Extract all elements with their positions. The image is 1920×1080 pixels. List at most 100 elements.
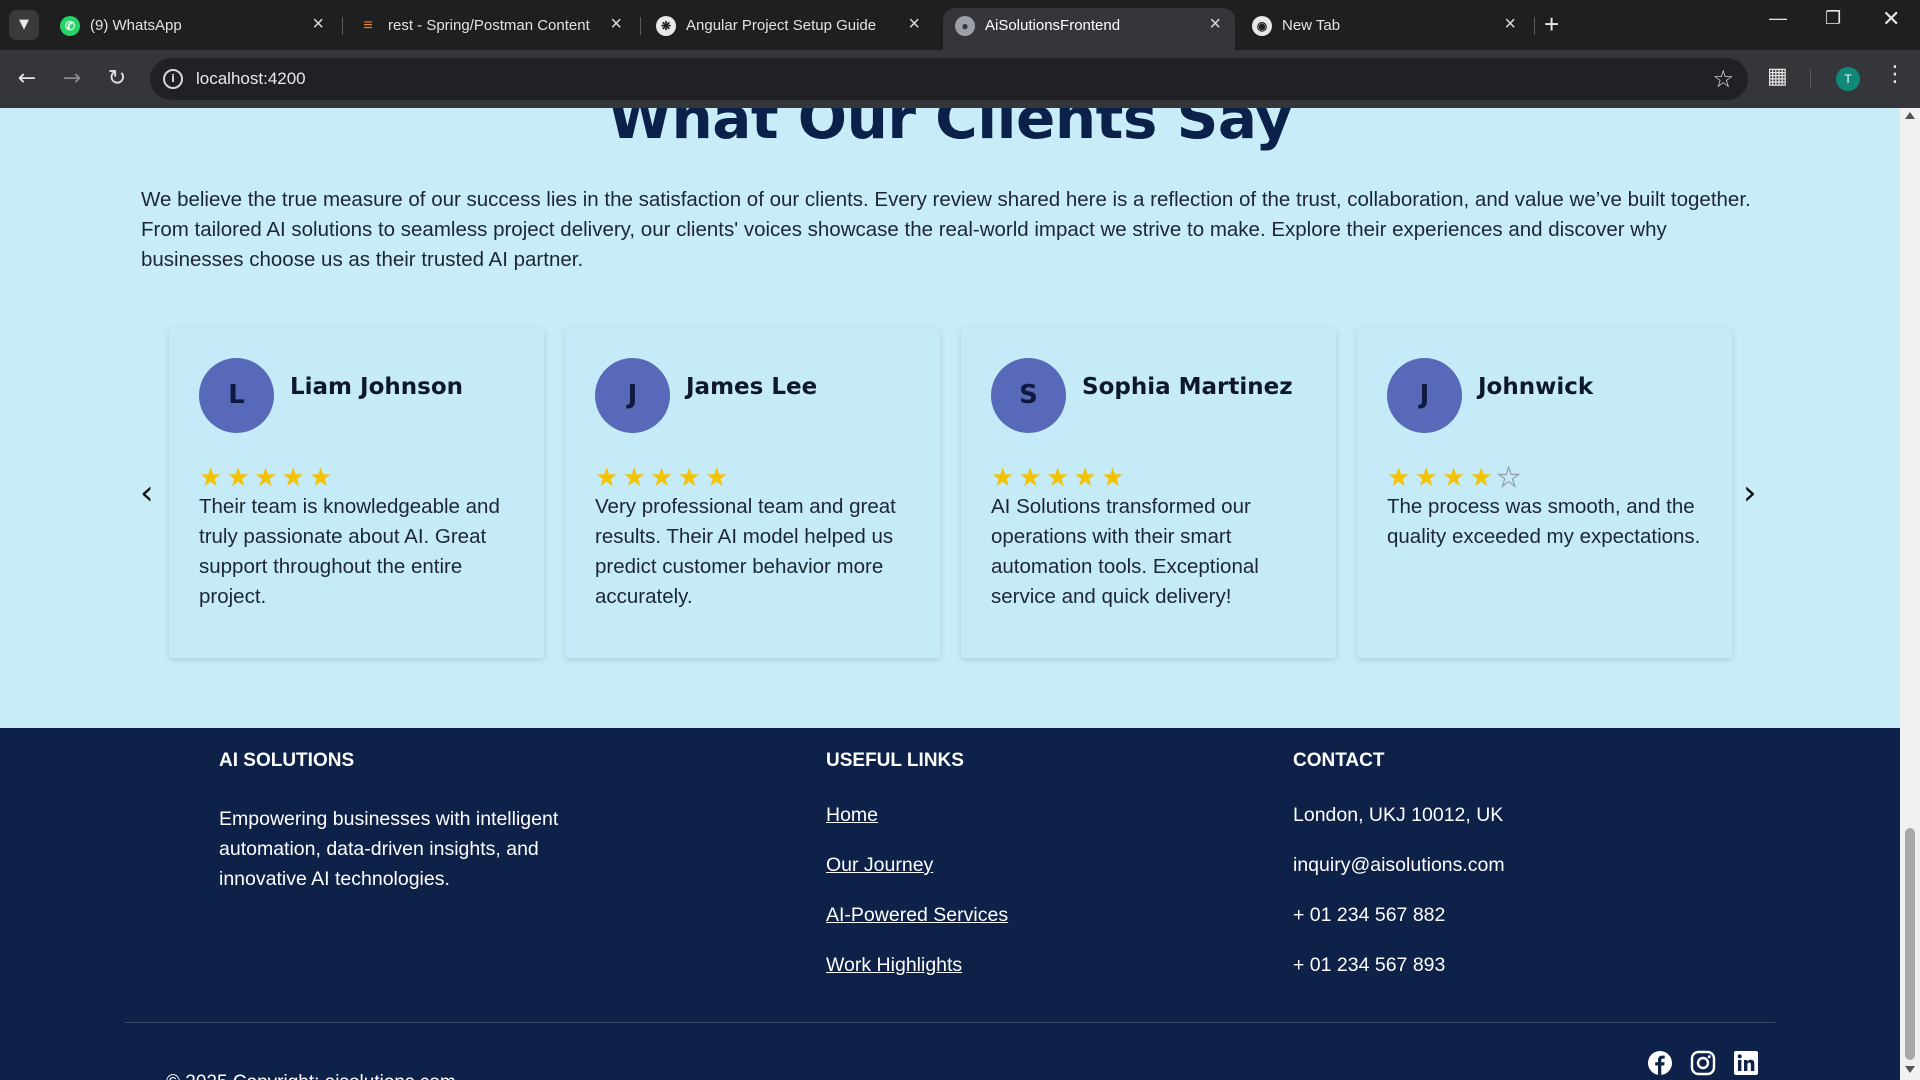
carousel-prev-arrow-icon[interactable]: ‹ [140, 476, 154, 510]
footer-brand-heading: AI SOLUTIONS [219, 750, 355, 771]
star-filled-icon: ★ [226, 463, 250, 493]
linkedin-icon[interactable] [1733, 1050, 1759, 1076]
star-filled-icon: ★ [1046, 463, 1070, 493]
star-filled-icon: ★ [281, 463, 305, 493]
chatgpt-icon: ❋ [656, 16, 676, 36]
tab-divider [1534, 17, 1535, 35]
contact-address: London, UKJ 10012, UK [1293, 804, 1504, 826]
url-text[interactable]: localhost:4200 [196, 69, 306, 89]
tab-divider [640, 17, 641, 35]
tab-title: AiSolutionsFrontend [985, 17, 1121, 34]
star-rating: ★ ★ ★ ★ ★ [991, 464, 1129, 492]
footer-contact-heading: CONTACT [1293, 750, 1385, 771]
client-name: Sophia Martinez [1082, 374, 1293, 400]
copyright-text: © 2025 Copyright: aisolutions.com [166, 1072, 456, 1080]
back-arrow-icon[interactable]: ← [11, 63, 43, 95]
star-filled-icon: ★ [254, 463, 278, 493]
carousel-next-arrow-icon[interactable]: › [1743, 476, 1757, 510]
footer-link-home[interactable]: Home [826, 804, 878, 827]
testimonial-text: Very professional team and great results… [595, 495, 896, 608]
address-bar[interactable]: i localhost:4200 ☆ [150, 58, 1748, 100]
testimonials-intro: We believe the true measure of our succe… [141, 188, 1751, 271]
page-viewport: What Our Clients Say We believe the true… [0, 108, 1900, 1080]
star-rating: ★ ★ ★ ★ ★ [1387, 463, 1525, 493]
footer-link-work-highlights[interactable]: Work Highlights [826, 954, 962, 977]
star-rating: ★ ★ ★ ★ ★ [595, 464, 733, 492]
tab-title: rest - Spring/Postman Content [388, 17, 590, 34]
chrome-icon: ◉ [1252, 16, 1272, 36]
star-filled-icon: ★ [199, 463, 223, 493]
testimonial-text: Their team is knowledgeable and truly pa… [199, 495, 500, 608]
close-window-icon[interactable]: ✕ [1882, 6, 1900, 32]
client-name: James Lee [686, 374, 818, 400]
footer-divider [125, 1022, 1775, 1023]
globe-icon: ● [955, 16, 975, 36]
reload-icon[interactable]: ↻ [101, 63, 133, 95]
contact-phone-2: + 01 234 567 893 [1293, 954, 1446, 976]
testimonial-card: S Sophia Martinez ★ ★ ★ ★ ★ AI Solutions tra… [961, 328, 1336, 658]
tab-new-tab[interactable]: ◉ New Tab × [1240, 8, 1530, 50]
tab-search-icon[interactable]: ▼ [9, 10, 39, 40]
tab-whatsapp[interactable]: ✆ (9) WhatsApp × [48, 8, 338, 50]
star-filled-icon: ★ [1442, 463, 1466, 493]
scroll-up-arrow-icon[interactable] [1905, 112, 1915, 119]
client-name: Johnwick [1478, 374, 1594, 400]
testimonial-card: J Johnwick ★ ★ ★ ★ ★ The process was smooth,… [1357, 328, 1732, 658]
whatsapp-icon: ✆ [60, 16, 80, 36]
client-avatar: L [199, 358, 274, 433]
new-tab-button[interactable]: + [1544, 9, 1559, 40]
minimize-icon[interactable]: — [1769, 8, 1787, 29]
star-filled-icon: ★ [705, 463, 729, 493]
close-tab-icon[interactable]: × [908, 13, 920, 36]
close-tab-icon[interactable]: × [1504, 13, 1516, 36]
tab-aisolutions-frontend[interactable]: ● AiSolutionsFrontend × [943, 8, 1235, 50]
star-filled-icon: ★ [1101, 463, 1125, 493]
star-filled-icon: ★ [991, 463, 1015, 493]
star-empty-icon: ★ [1496, 463, 1521, 493]
testimonial-card: L Liam Johnson ★ ★ ★ ★ ★ Their team is knowl… [169, 328, 544, 658]
page-scrollbar[interactable] [1900, 108, 1920, 1080]
star-filled-icon: ★ [650, 463, 674, 493]
scroll-down-arrow-icon[interactable] [1905, 1066, 1915, 1073]
client-avatar: J [1387, 358, 1462, 433]
testimonial-text: The process was smooth, and the quality … [1387, 495, 1701, 548]
close-tab-icon[interactable]: × [610, 13, 622, 36]
footer-link-our-journey[interactable]: Our Journey [826, 854, 933, 877]
tab-spring-postman[interactable]: ≡ rest - Spring/Postman Content × [346, 8, 636, 50]
profile-avatar[interactable]: T [1836, 67, 1860, 91]
browser-toolbar: ← → ↻ i localhost:4200 ☆ ▦ T ⋮ [0, 50, 1920, 108]
star-filled-icon: ★ [1387, 463, 1411, 493]
contact-phone-1: + 01 234 567 882 [1293, 904, 1446, 926]
browser-menu-icon[interactable]: ⋮ [1884, 62, 1906, 87]
footer-link-ai-services[interactable]: AI-Powered Services [826, 904, 1008, 927]
star-filled-icon: ★ [1018, 463, 1042, 493]
client-avatar: J [595, 358, 670, 433]
bookmark-star-icon[interactable]: ☆ [1712, 65, 1734, 93]
tab-title: (9) WhatsApp [90, 17, 182, 34]
star-filled-icon: ★ [1469, 463, 1493, 493]
scrollbar-thumb[interactable] [1905, 828, 1915, 1060]
tab-title: New Tab [1282, 17, 1341, 34]
instagram-icon[interactable] [1690, 1050, 1716, 1076]
star-rating: ★ ★ ★ ★ ★ [199, 464, 337, 492]
client-avatar: S [991, 358, 1066, 433]
site-footer: AI SOLUTIONS Empowering businesses with … [0, 728, 1900, 1080]
footer-links-heading: USEFUL LINKS [826, 750, 964, 771]
browser-tab-strip: ▼ ✆ (9) WhatsApp × ≡ rest - Spring/Postm… [0, 0, 1920, 50]
extensions-puzzle-icon[interactable]: ▦ [1767, 64, 1788, 89]
tab-divider [342, 17, 343, 35]
tab-angular-guide[interactable]: ❋ Angular Project Setup Guide × [644, 8, 934, 50]
stackoverflow-icon: ≡ [363, 17, 373, 34]
close-tab-icon[interactable]: × [312, 13, 324, 36]
client-name: Liam Johnson [290, 374, 464, 400]
star-filled-icon: ★ [1073, 463, 1097, 493]
close-tab-icon[interactable]: × [1209, 13, 1221, 36]
forward-arrow-icon[interactable]: → [56, 63, 88, 95]
facebook-icon[interactable] [1647, 1050, 1673, 1076]
site-info-icon[interactable]: i [163, 69, 183, 89]
testimonial-card: J James Lee ★ ★ ★ ★ ★ Very professional team… [565, 328, 940, 658]
restore-icon[interactable]: ❐ [1825, 8, 1841, 29]
testimonial-text: AI Solutions transformed our operations … [991, 495, 1259, 608]
testimonials-heading: What Our Clients Say [607, 108, 1293, 152]
star-filled-icon: ★ [622, 463, 646, 493]
